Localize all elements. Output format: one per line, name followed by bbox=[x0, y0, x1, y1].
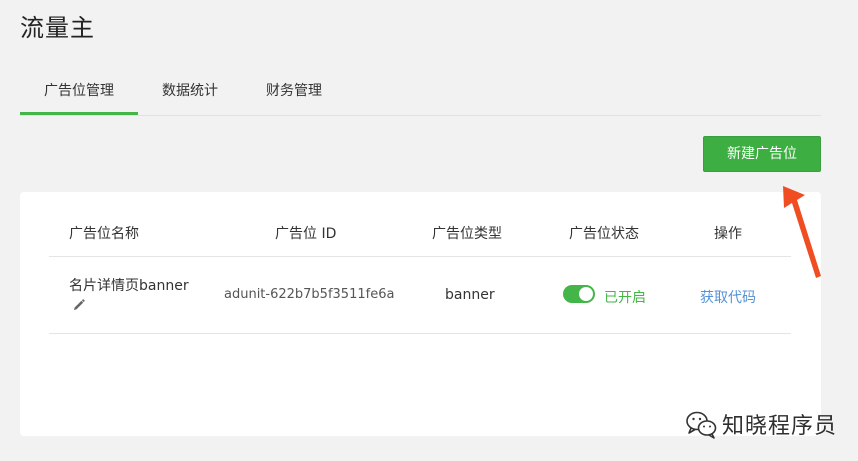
watermark-text: 知晓程序员 bbox=[722, 414, 838, 439]
ad-slot-table: 广告位名称 广告位 ID 广告位类型 广告位状态 操作 名片详情页banner … bbox=[49, 212, 791, 334]
watermark: 知晓程序员 bbox=[684, 407, 837, 441]
header-name: 广告位名称 bbox=[69, 226, 139, 242]
pencil-icon[interactable] bbox=[71, 297, 87, 313]
wechat-logo-icon bbox=[686, 411, 717, 439]
tab-ad-management[interactable]: 广告位管理 bbox=[20, 70, 138, 115]
get-code-link[interactable]: 获取代码 bbox=[700, 287, 756, 307]
header-type: 广告位类型 bbox=[432, 226, 502, 242]
new-ad-slot-button[interactable]: 新建广告位 bbox=[703, 136, 821, 172]
page-title: 流量主 bbox=[20, 14, 95, 42]
red-arrow-icon bbox=[783, 186, 821, 278]
tab-statistics[interactable]: 数据统计 bbox=[148, 70, 232, 115]
tab-bar: 广告位管理 数据统计 财务管理 bbox=[20, 70, 821, 116]
status-label: 已开启 bbox=[604, 290, 646, 306]
ad-slot-type: banner bbox=[445, 287, 495, 303]
table-row: 名片详情页banner adunit-622b7b5f3511fe6a bann… bbox=[49, 257, 791, 334]
ad-slot-name: 名片详情页banner bbox=[69, 278, 189, 294]
status-toggle[interactable] bbox=[563, 285, 595, 303]
header-status: 广告位状态 bbox=[569, 226, 639, 242]
header-id: 广告位 ID bbox=[275, 226, 337, 242]
tab-finance[interactable]: 财务管理 bbox=[252, 70, 336, 115]
table-header: 广告位名称 广告位 ID 广告位类型 广告位状态 操作 bbox=[49, 212, 791, 257]
header-action: 操作 bbox=[714, 226, 742, 242]
ad-slot-card: 广告位名称 广告位 ID 广告位类型 广告位状态 操作 名片详情页banner … bbox=[20, 192, 821, 436]
toggle-knob bbox=[579, 287, 593, 301]
ad-slot-id: adunit-622b7b5f3511fe6a bbox=[224, 287, 395, 302]
